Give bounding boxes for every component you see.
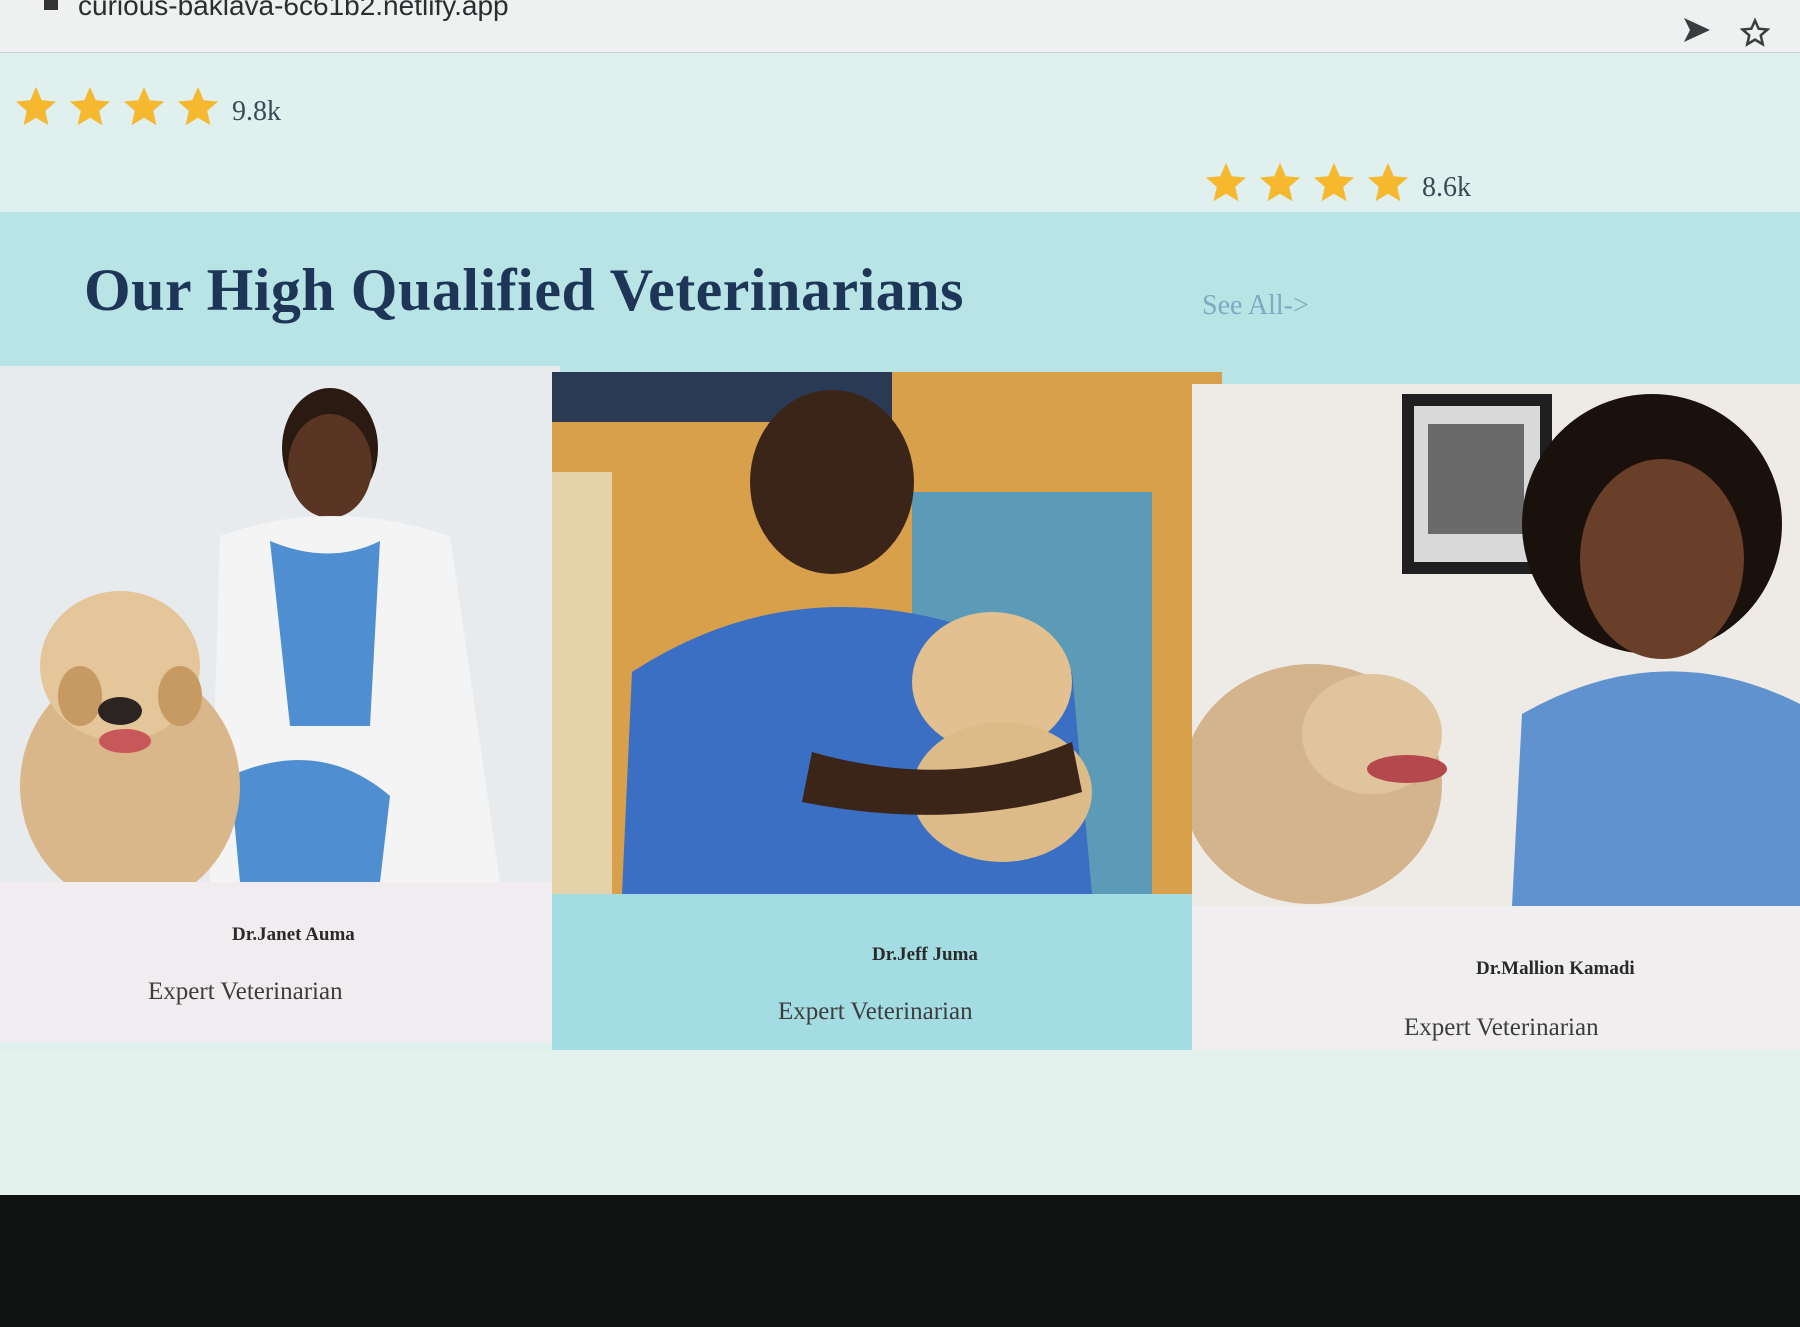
bookmark-star-icon[interactable] [1740,18,1770,48]
star-icon [1313,162,1355,202]
vet-name: Dr.Jeff Juma [872,944,978,965]
vet-role: Expert Veterinarian [778,998,973,1025]
see-all-link[interactable]: See All-> [1202,290,1309,322]
star-icon [1367,162,1409,202]
page-footer-area [0,1050,1800,1195]
vet-role: Expert Veterinarian [1404,1014,1599,1041]
rating-widget: 8.6k [1202,160,1471,206]
rating-widget: 9.8k [12,84,281,130]
star-icon [177,86,219,126]
vet-card[interactable]: Dr.Jeff Juma Expert Veterinarian [552,372,1222,1056]
vet-photo [0,366,560,882]
star-icon [15,86,57,126]
vet-card-info: Dr.Janet Auma Expert Veterinarian [0,882,560,1042]
section-title: Our High Qualified Veterinarians [84,257,964,323]
vet-photo [552,372,1222,894]
star-rating [12,84,222,130]
address-bar-url[interactable]: curious-baklava-6c61b2.netlify.app [78,0,509,22]
star-icon [69,86,111,126]
vet-card[interactable]: Dr.Janet Auma Expert Veterinarian [0,366,560,1042]
screen: curious-baklava-6c61b2.netlify.app 9.8k … [0,0,1800,1195]
star-icon [123,86,165,126]
vet-card-info: Dr.Jeff Juma Expert Veterinarian [552,894,1222,1056]
vet-name: Dr.Mallion Kamadi [1476,958,1635,979]
vet-photo [1192,384,1800,906]
rating-count: 8.6k [1422,172,1471,203]
star-icon [1259,162,1301,202]
star-rating [1202,160,1412,206]
vet-role: Expert Veterinarian [148,978,343,1005]
monitor-bezel [0,1195,1800,1327]
vet-card-info: Dr.Mallion Kamadi Expert Veterinarian [1192,906,1800,1066]
vet-name: Dr.Janet Auma [232,924,355,945]
rating-count: 9.8k [232,96,281,127]
send-icon[interactable] [1682,16,1712,44]
star-icon [1205,162,1247,202]
site-info-icon[interactable] [44,0,58,10]
vet-card[interactable]: Dr.Mallion Kamadi Expert Veterinarian [1192,384,1800,1066]
browser-toolbar: curious-baklava-6c61b2.netlify.app [0,0,1800,53]
